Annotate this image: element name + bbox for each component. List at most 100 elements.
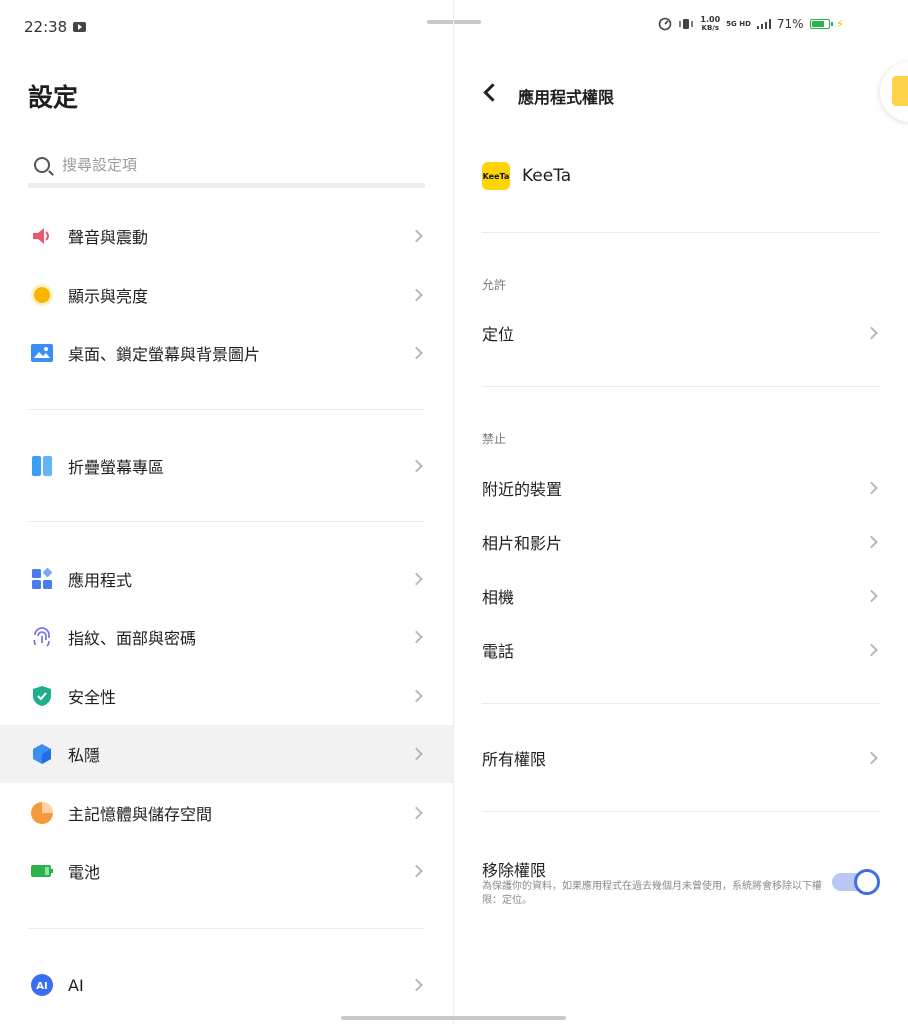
chevron-right-icon (410, 864, 423, 878)
charging-icon: ⚡ (835, 17, 844, 31)
permission-label: 附近的裝置 (482, 480, 563, 499)
svg-text:AI: AI (36, 981, 47, 992)
group-divider (28, 409, 425, 410)
chevron-right-icon (865, 535, 878, 549)
toggle-knob (854, 869, 880, 895)
chevron-right-icon (410, 630, 423, 644)
page-title-right: 應用程式權限 (518, 88, 615, 107)
search-bar[interactable] (28, 146, 425, 188)
screen-record-icon (73, 22, 87, 32)
settings-item-label: 電池 (68, 863, 101, 882)
settings-item-label: AI (68, 975, 84, 995)
chevron-right-icon (410, 346, 423, 360)
chevron-right-icon (410, 288, 423, 302)
status-time: 22:38 (24, 18, 68, 36)
section-divider (482, 811, 880, 812)
section-divider (482, 386, 880, 387)
search-input[interactable] (62, 155, 362, 174)
signal-icon (756, 19, 771, 29)
app-logo-text: KeeTa (482, 171, 510, 181)
permission-camera[interactable]: 相機 (454, 569, 908, 623)
settings-item-label: 主記憶體與儲存空間 (68, 805, 213, 824)
settings-item-privacy[interactable]: 私隱 (0, 725, 453, 783)
chevron-right-icon (865, 481, 878, 495)
bottom-gesture-bar[interactable] (341, 1016, 566, 1020)
wallpaper-icon (30, 341, 54, 365)
chevron-right-icon (410, 572, 423, 586)
settings-item-security[interactable]: 安全性 (0, 667, 453, 725)
search-icon (34, 156, 50, 173)
chevron-right-icon (410, 229, 423, 243)
all-permissions[interactable]: 所有權限 (454, 731, 908, 785)
battery-percent: 71% (776, 17, 804, 31)
allowed-header: 允許 (482, 278, 507, 292)
floating-app-bubble[interactable] (880, 62, 908, 122)
status-icons: 1.00 KB/s 5G HD 71% ⚡ (658, 16, 844, 32)
chevron-right-icon (410, 689, 423, 703)
speed-value: 1.00 (700, 15, 721, 24)
app-logo: KeeTa (482, 162, 510, 190)
permission-label: 相機 (482, 588, 515, 607)
shield-icon (30, 684, 54, 708)
chevron-right-icon (410, 459, 423, 473)
settings-item-battery[interactable]: 電池 (0, 842, 453, 900)
settings-item-wallpaper[interactable]: 桌面、鎖定螢幕與背景圖片 (0, 324, 453, 382)
settings-item-storage[interactable]: 主記憶體與儲存空間 (0, 784, 453, 842)
settings-item-label: 聲音與震動 (68, 228, 149, 247)
status-time-area: 22:38 (24, 18, 87, 36)
permission-nearby-devices[interactable]: 附近的裝置 (454, 461, 908, 515)
speaker-icon (30, 224, 54, 248)
settings-item-label: 安全性 (68, 688, 117, 707)
network-type: 5G HD (726, 20, 751, 28)
settings-item-label: 指紋、面部與密碼 (68, 629, 197, 648)
chevron-right-icon (410, 747, 423, 761)
settings-item-label: 應用程式 (68, 571, 133, 590)
chevron-right-icon (865, 326, 878, 340)
top-drag-handle[interactable] (427, 20, 481, 24)
settings-item-fold-screen[interactable]: 折疊螢幕專區 (0, 437, 453, 495)
network-speed: 1.00 KB/s (700, 15, 721, 33)
chevron-right-icon (865, 643, 878, 657)
speed-meter-icon (659, 17, 672, 31)
permission-label: 定位 (482, 325, 515, 344)
apps-icon (30, 567, 54, 591)
chevron-right-icon (410, 978, 423, 992)
ai-icon: AI (30, 973, 54, 997)
permission-location[interactable]: 定位 (454, 306, 908, 360)
chevron-right-icon (410, 806, 423, 820)
settings-item-sound[interactable]: 聲音與震動 (0, 207, 453, 265)
permission-phone[interactable]: 電話 (454, 623, 908, 677)
permission-label: 電話 (482, 642, 515, 661)
app-name: KeeTa (522, 166, 572, 186)
privacy-icon (30, 742, 54, 766)
settings-item-display[interactable]: 顯示與亮度 (0, 266, 453, 324)
denied-header: 禁止 (482, 432, 507, 446)
settings-item-label: 私隱 (68, 746, 101, 765)
brightness-icon (30, 283, 54, 307)
settings-item-label: 顯示與亮度 (68, 287, 149, 306)
settings-item-label: 折疊螢幕專區 (68, 458, 165, 477)
battery-icon (809, 19, 833, 29)
group-divider (28, 521, 425, 522)
remove-permissions-title: 移除權限 (482, 861, 547, 880)
fingerprint-icon (30, 625, 54, 649)
section-divider (482, 232, 880, 233)
battery-icon (30, 859, 54, 883)
fold-screen-icon (30, 454, 54, 478)
storage-icon (30, 801, 54, 825)
chevron-right-icon (865, 751, 878, 765)
group-divider (28, 928, 425, 929)
settings-item-ai[interactable]: AI AI (0, 956, 453, 1014)
permission-photos-videos[interactable]: 相片和影片 (454, 515, 908, 569)
remove-permissions-toggle[interactable] (832, 869, 880, 895)
section-divider (482, 703, 880, 704)
speed-unit: KB/s (701, 24, 720, 32)
permission-label: 相片和影片 (482, 534, 563, 553)
vibrate-icon (679, 19, 694, 29)
settings-item-fingerprint[interactable]: 指紋、面部與密碼 (0, 608, 453, 666)
settings-item-apps[interactable]: 應用程式 (0, 550, 453, 608)
back-arrow-icon[interactable] (483, 83, 502, 102)
chevron-right-icon (865, 589, 878, 603)
remove-permissions-description: 為保護你的資料，如果應用程式在過去幾個月未曾使用，系統將會移除以下權限：定位。 (482, 881, 822, 906)
all-permissions-label: 所有權限 (482, 750, 547, 769)
